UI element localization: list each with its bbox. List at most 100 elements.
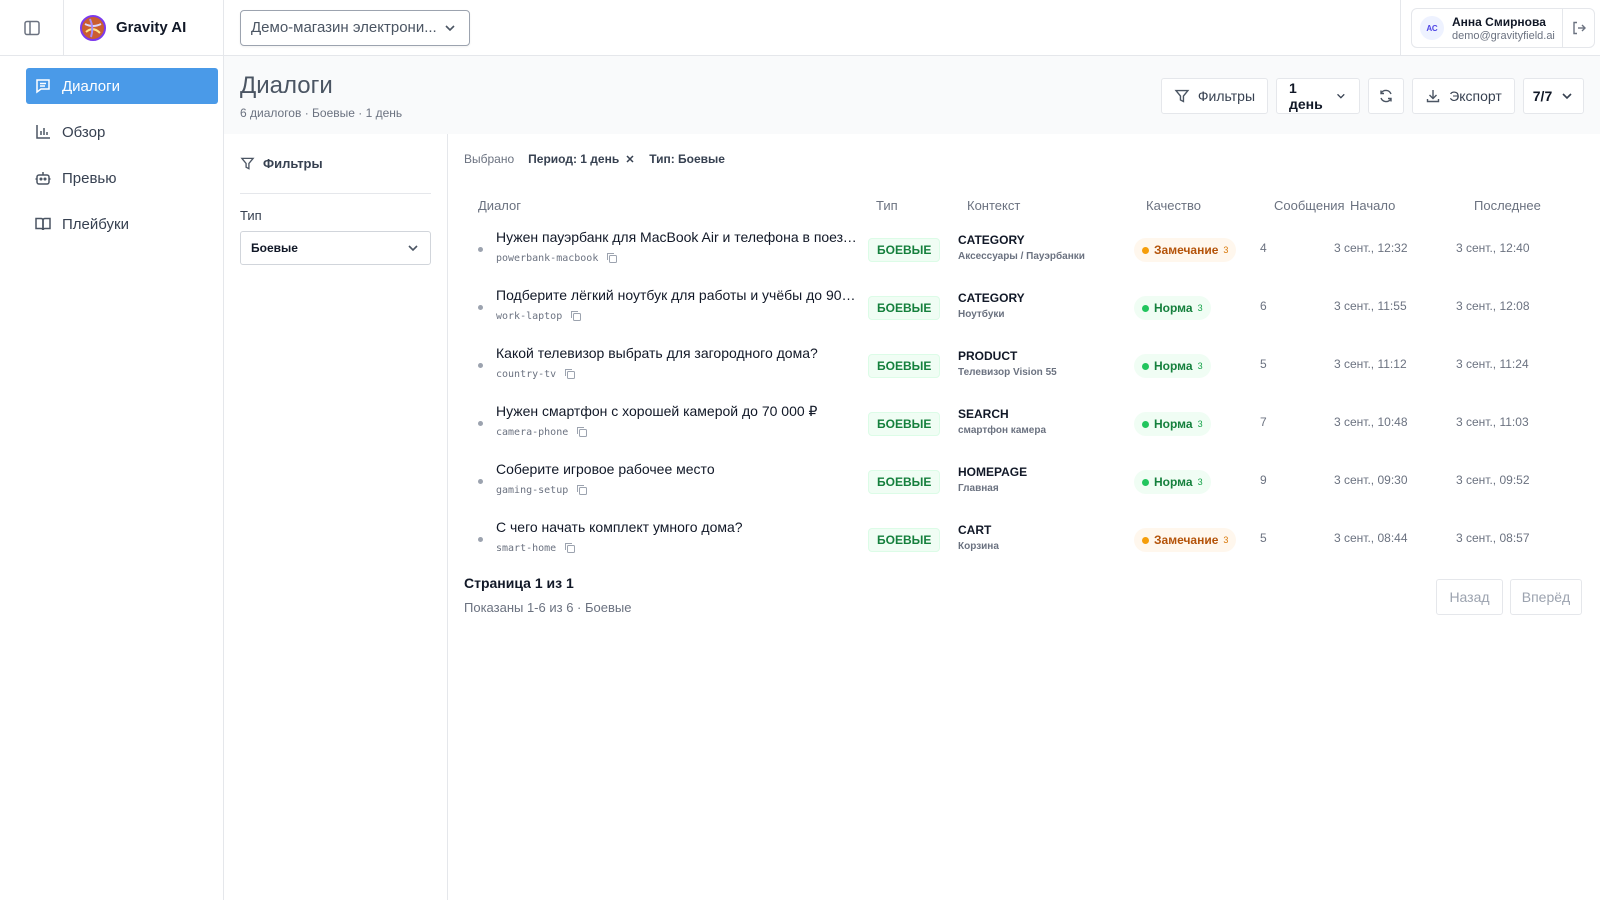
- context-type: CATEGORY: [958, 291, 1025, 305]
- copy-icon[interactable]: [564, 368, 576, 380]
- store-select[interactable]: Демо-магазин электрони...: [240, 9, 470, 46]
- messages-count: 6: [1260, 299, 1267, 313]
- period-chip: Период: 1 день: [528, 152, 635, 166]
- quality-dot: [1142, 478, 1149, 486]
- quality-count: 3: [1197, 477, 1203, 487]
- chevron-down-icon: [1562, 93, 1572, 100]
- next-page-button[interactable]: Вперёд: [1510, 579, 1582, 615]
- gravity-logo-icon: [80, 14, 106, 41]
- context-type: CATEGORY: [958, 233, 1025, 247]
- logout-button[interactable]: [1562, 9, 1594, 47]
- table-row[interactable]: Подберите лёгкий ноутбук для работы и уч…: [448, 279, 1600, 337]
- refresh-button[interactable]: [1368, 78, 1404, 114]
- export-button[interactable]: Экспорт: [1412, 78, 1515, 114]
- column-header-type[interactable]: Тип: [876, 198, 898, 213]
- chevron-down-icon: [408, 245, 418, 252]
- start-time: 3 сент., 11:12: [1334, 357, 1407, 371]
- quality-label: Норма: [1154, 475, 1193, 489]
- period-select[interactable]: 1 день: [1276, 78, 1360, 114]
- context-detail: Ноутбуки: [958, 309, 1005, 320]
- table-row[interactable]: Соберите игровое рабочее место gaming-se…: [448, 453, 1600, 511]
- messages-count: 5: [1260, 531, 1267, 545]
- dialog-title: Подберите лёгкий ноутбук для работы и уч…: [496, 287, 858, 303]
- sidebar-toggle-button[interactable]: [0, 0, 64, 56]
- table-header: Диалог Тип Контекст Качество Сообщения Н…: [448, 198, 1600, 218]
- last-time: 3 сент., 09:52: [1456, 473, 1530, 487]
- prev-page-button[interactable]: Назад: [1436, 579, 1503, 615]
- dialog-title: Нужен пауэрбанк для MacBook Air и телефо…: [496, 229, 858, 245]
- sidebar-item-playbooks[interactable]: Плейбуки: [26, 206, 218, 242]
- user-card[interactable]: АС Анна Смирнова demo@gravityfield.ai: [1411, 8, 1595, 48]
- table-row[interactable]: Нужен смартфон с хорошей камерой до 70 0…: [448, 395, 1600, 453]
- close-icon[interactable]: [625, 154, 635, 164]
- page-header: Диалоги 6 диалогов · Боевые · 1 день Фил…: [224, 56, 1600, 134]
- context-detail: Аксессуары / Пауэрбанки: [958, 251, 1085, 262]
- column-header-context[interactable]: Контекст: [967, 198, 1020, 213]
- table-row[interactable]: Нужен пауэрбанк для MacBook Air и телефо…: [448, 221, 1600, 279]
- sidebar-item-label: Плейбуки: [62, 215, 129, 233]
- quality-dot: [1142, 246, 1149, 254]
- quality-badge: Замечание 3: [1134, 238, 1237, 262]
- brand[interactable]: Gravity AI: [64, 0, 224, 56]
- columns-select[interactable]: 7/7: [1523, 78, 1584, 114]
- dialog-slug-text: work-laptop: [496, 310, 563, 322]
- quality-label: Замечание: [1154, 533, 1219, 547]
- last-time: 3 сент., 08:57: [1456, 531, 1530, 545]
- start-time: 3 сент., 10:48: [1334, 415, 1408, 429]
- refresh-icon: [1380, 89, 1392, 103]
- sidebar-item-preview[interactable]: Превью: [26, 160, 218, 196]
- dialog-slug: gaming-setup: [496, 484, 588, 496]
- row-dot: [478, 537, 483, 542]
- dialog-slug-text: gaming-setup: [496, 484, 569, 496]
- copy-icon[interactable]: [576, 484, 588, 496]
- dialogs-content: Выбрано Период: 1 день Тип: Боевые Диало…: [448, 134, 1600, 900]
- copy-icon[interactable]: [570, 310, 582, 322]
- selected-filters-label: Выбрано: [464, 152, 515, 166]
- last-time: 3 сент., 11:03: [1456, 415, 1529, 429]
- filters-button[interactable]: Фильтры: [1161, 78, 1268, 114]
- logout-icon: [1572, 21, 1586, 35]
- sidebar-item-label: Превью: [62, 169, 117, 187]
- user-name: Анна Смирнова: [1452, 14, 1546, 29]
- table-row[interactable]: Какой телевизор выбрать для загородного …: [448, 337, 1600, 395]
- quality-dot: [1142, 420, 1149, 428]
- type-filter-select[interactable]: Боевые: [240, 231, 431, 265]
- context-type: CART: [958, 523, 992, 537]
- messages-count: 5: [1260, 357, 1267, 371]
- sidebar-item-overview[interactable]: Обзор: [26, 114, 218, 150]
- quality-label: Норма: [1154, 359, 1193, 373]
- type-filter-label: Тип: [240, 208, 262, 223]
- sidebar-item-dialogs[interactable]: Диалоги: [26, 68, 218, 104]
- period-chip-label: Период: 1 день: [528, 152, 620, 166]
- copy-icon[interactable]: [606, 252, 618, 264]
- dialog-slug-text: country-tv: [496, 368, 557, 380]
- bot-icon: [35, 172, 51, 185]
- start-time: 3 сент., 11:55: [1334, 299, 1407, 313]
- quality-count: 3: [1223, 245, 1229, 255]
- avatar: АС: [1420, 16, 1444, 40]
- book-icon: [35, 217, 51, 231]
- table-row[interactable]: С чего начать комплект умного дома? smar…: [448, 511, 1600, 569]
- row-dot: [478, 479, 483, 484]
- last-time: 3 сент., 11:24: [1456, 357, 1529, 371]
- type-badge: БОЕВЫЕ: [868, 296, 941, 320]
- quality-count: 3: [1197, 361, 1203, 371]
- column-header-dialog[interactable]: Диалог: [478, 198, 521, 213]
- messages-count: 9: [1260, 473, 1267, 487]
- page-title: Диалоги: [240, 72, 333, 99]
- copy-icon[interactable]: [564, 542, 576, 554]
- context-type: HOMEPAGE: [958, 465, 1028, 479]
- quality-count: 3: [1197, 419, 1203, 429]
- copy-icon[interactable]: [576, 426, 588, 438]
- dialog-slug-text: powerbank-macbook: [496, 252, 599, 264]
- type-chip: Тип: Боевые: [649, 152, 725, 166]
- column-header-messages[interactable]: Сообщения: [1274, 198, 1345, 213]
- context-detail: Телевизор Vision 55: [958, 367, 1057, 378]
- context-type: PRODUCT: [958, 349, 1018, 363]
- dialog-title: Нужен смартфон с хорошей камерой до 70 0…: [496, 403, 818, 419]
- column-header-quality[interactable]: Качество: [1146, 198, 1201, 213]
- column-header-start[interactable]: Начало: [1350, 198, 1395, 213]
- column-header-last[interactable]: Последнее: [1474, 198, 1541, 213]
- type-badge: БОЕВЫЕ: [868, 354, 941, 378]
- export-button-label: Экспорт: [1449, 88, 1502, 104]
